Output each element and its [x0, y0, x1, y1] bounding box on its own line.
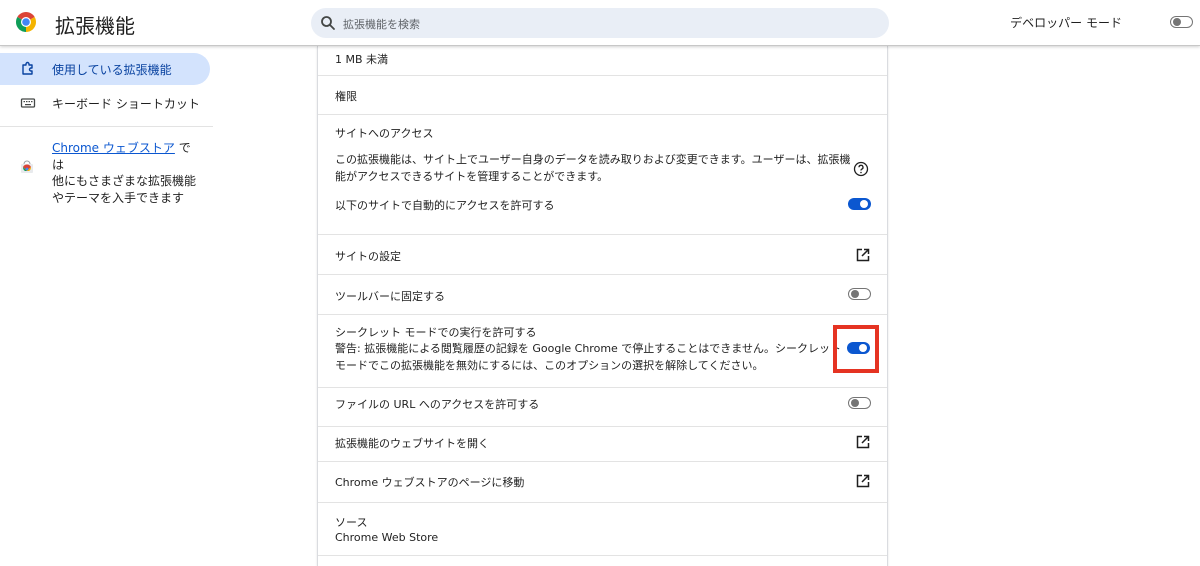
search-bar[interactable] [311, 8, 889, 38]
top-bar: 拡張機能 デベロッパー モード [0, 0, 1200, 46]
dev-mode-toggle[interactable] [1170, 16, 1193, 28]
incognito-label: シークレット モードでの実行を許可する [335, 326, 537, 339]
file-url-label: ファイルの URL へのアクセスを許可する [335, 398, 540, 411]
store-promo-text: 他にもさまざまな拡張機能 [52, 174, 197, 188]
site-settings-row[interactable]: サイトの設定 [318, 235, 887, 275]
toggle-knob [860, 200, 868, 208]
auto-allow-toggle[interactable] [848, 198, 871, 210]
store-promo-text: やテーマを入手できます [52, 190, 185, 205]
store-page-label: Chrome ウェブストアのページに移動 [335, 476, 525, 489]
chrome-web-store-link[interactable]: Chrome ウェブストア [52, 141, 175, 155]
extension-details-card: 1 MB 未満 権限 サイトへのアクセス この拡張機能は、サイト上でユーザー自身… [317, 46, 888, 566]
open-website-row[interactable]: 拡張機能のウェブサイトを開く [318, 427, 887, 462]
sidebar-item-label: キーボード ショートカット [52, 97, 200, 111]
open-website-label: 拡張機能のウェブサイトを開く [335, 437, 489, 450]
incognito-row: シークレット モードでの実行を許可する 警告: 拡張機能による閲覧履歴の記録を … [318, 315, 887, 388]
keyboard-icon [20, 98, 36, 108]
store-promo: Chrome ウェブストア では 他にもさまざまな拡張機能 やテーマを入手できま… [52, 140, 202, 206]
toggle-knob [851, 290, 859, 299]
site-access-row: サイトへのアクセス この拡張機能は、サイト上でユーザー自身のデータを読み取りおよ… [318, 115, 887, 235]
site-settings-label: サイトの設定 [335, 250, 401, 263]
chrome-logo-icon [16, 12, 36, 32]
puzzle-icon [22, 61, 33, 75]
size-row: 1 MB 未満 [318, 46, 887, 76]
page-title: 拡張機能 [55, 14, 135, 38]
site-access-desc-line: この拡張機能は、サイト上でユーザー自身のデータを読み取りおよび変更できます。ユー… [335, 153, 851, 166]
toggle-knob [1173, 18, 1181, 27]
chrome-web-store-icon [21, 160, 33, 173]
site-access-description: この拡張機能は、サイト上でユーザー自身のデータを読み取りおよび変更できます。ユー… [335, 151, 850, 185]
open-in-new-icon[interactable] [856, 435, 870, 449]
store-page-row[interactable]: Chrome ウェブストアのページに移動 [318, 462, 887, 503]
auto-allow-label: 以下のサイトで自動的にアクセスを許可する [335, 199, 555, 212]
file-url-toggle[interactable] [848, 397, 871, 409]
sidebar-item-label: 使用している拡張機能 [52, 63, 172, 77]
incognito-warning-line: 警告: 拡張機能による閲覧履歴の記録を Google Chrome で停止するこ… [335, 342, 841, 355]
help-icon[interactable] [853, 161, 869, 177]
pin-toolbar-toggle[interactable] [848, 288, 871, 300]
sidebar-divider [0, 126, 213, 127]
sidebar-item-keyboard-shortcuts[interactable]: キーボード ショートカット [0, 87, 210, 119]
size-value: 1 MB 未満 [335, 53, 389, 66]
search-input[interactable] [341, 14, 875, 34]
source-row: ソース Chrome Web Store [318, 503, 887, 556]
source-value: Chrome Web Store [335, 531, 439, 544]
open-in-new-icon[interactable] [856, 474, 870, 488]
permissions-row: 権限 [318, 76, 887, 115]
pin-toolbar-row: ツールバーに固定する [318, 275, 887, 315]
permissions-label: 権限 [335, 90, 357, 103]
incognito-warning-line: モードでこの拡張機能を無効にするには、このオプションの選択を解除してください。 [335, 359, 764, 372]
pin-toolbar-label: ツールバーに固定する [335, 290, 445, 303]
source-label: ソース [335, 516, 368, 529]
toggle-knob [851, 399, 859, 408]
site-access-label: サイトへのアクセス [335, 127, 434, 140]
dev-mode-label: デベロッパー モード [1010, 16, 1122, 30]
incognito-warning: 警告: 拡張機能による閲覧履歴の記録を Google Chrome で停止するこ… [335, 340, 841, 374]
search-icon [321, 16, 335, 30]
sidebar-item-my-extensions[interactable]: 使用している拡張機能 [0, 53, 210, 85]
site-access-desc-line: 能がアクセスできるサイトを管理することができます。 [335, 170, 609, 183]
open-in-new-icon[interactable] [856, 248, 870, 262]
highlight-box [833, 325, 879, 373]
file-url-row: ファイルの URL へのアクセスを許可する [318, 388, 887, 427]
